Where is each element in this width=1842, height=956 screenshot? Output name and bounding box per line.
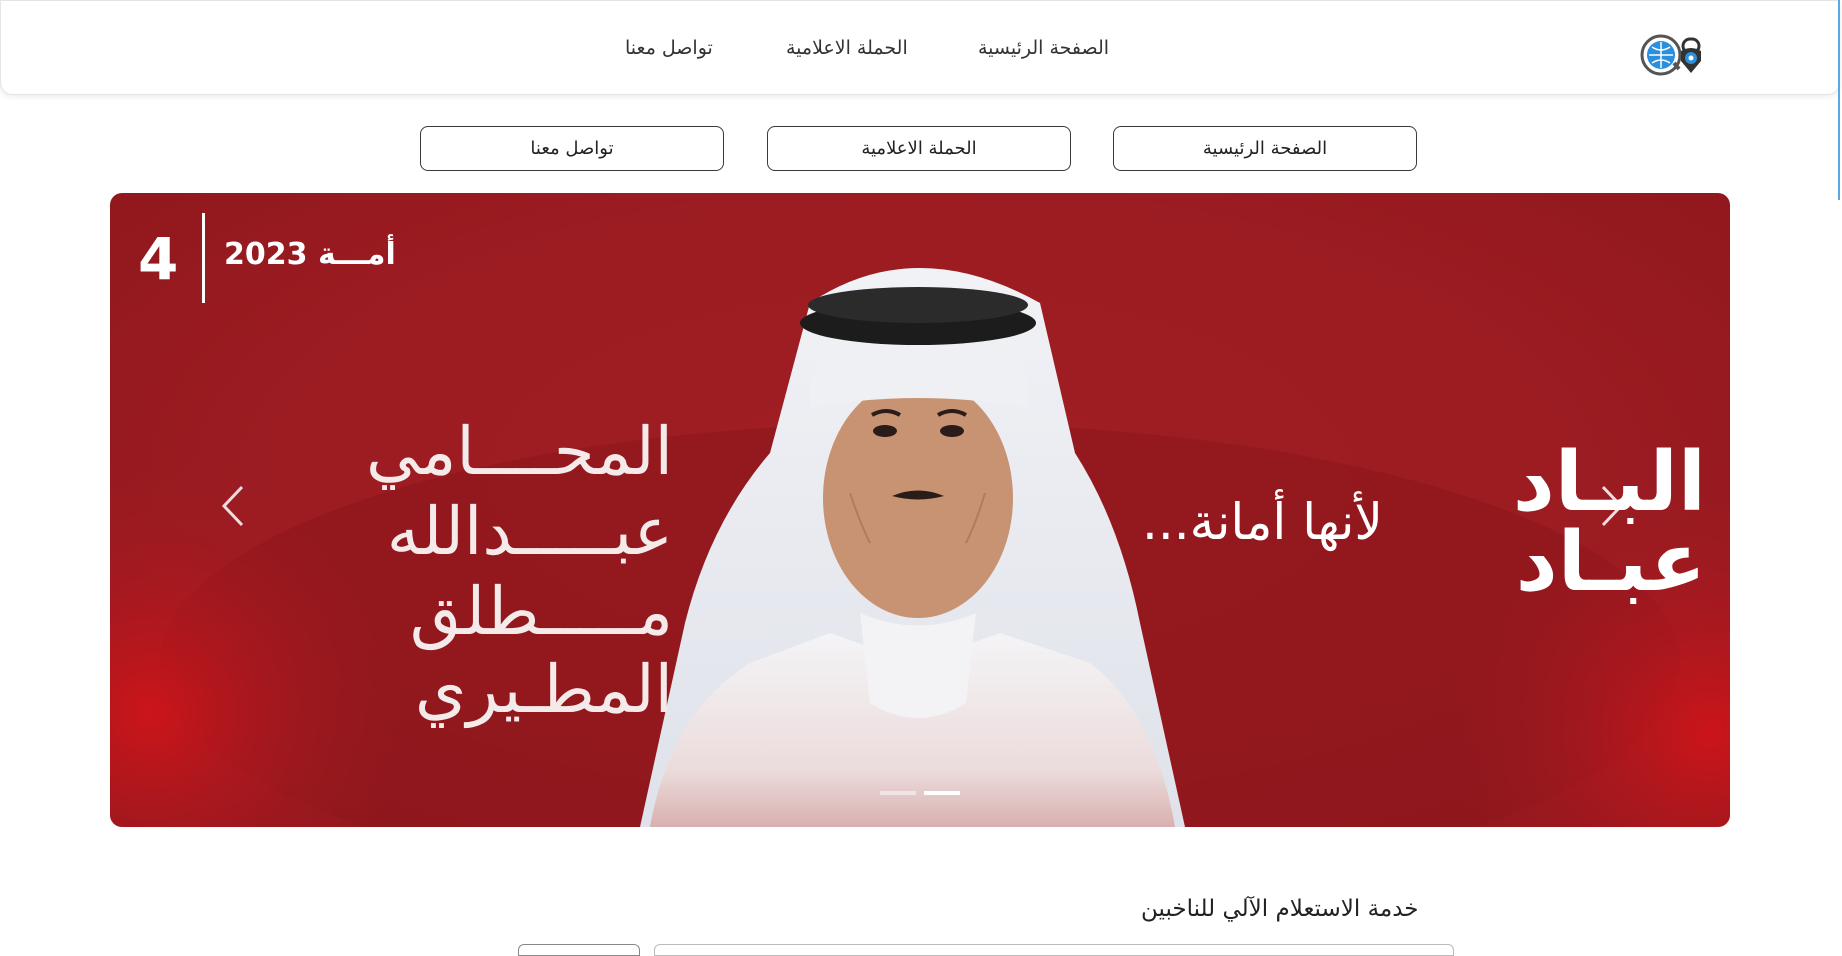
top-navbar: الصفحة الرئيسية الحملة الاعلامية تواصل م… xyxy=(0,0,1840,95)
candidate-title: المحــــامي xyxy=(365,413,673,490)
badge-divider xyxy=(202,213,205,303)
campaign-button[interactable]: الحملة الاعلامية xyxy=(767,126,1071,171)
hero-carousel: 4 أمـــة 2023 المحــــامي عبـــــدالله م… xyxy=(110,193,1730,827)
quick-links-row: الصفحة الرئيسية الحملة الاعلامية تواصل م… xyxy=(0,126,1842,173)
election-badge: أمـــة 2023 xyxy=(224,237,396,272)
voter-inquiry-title: خدمة الاستعلام الآلي للناخبين xyxy=(1141,896,1419,922)
candidate-last-name: المطـيري xyxy=(414,651,673,728)
contact-button[interactable]: تواصل معنا xyxy=(420,126,724,171)
search-button[interactable] xyxy=(518,944,640,956)
candidate-middle-name: مـــــطلق xyxy=(409,573,673,650)
candidate-first-name: عبـــــدالله xyxy=(386,493,673,570)
nav-link-home[interactable]: الصفحة الرئيسية xyxy=(978,37,1109,59)
carousel-next-arrow-icon[interactable] xyxy=(1597,483,1627,529)
window-edge xyxy=(1838,0,1840,200)
carousel-indicator-1[interactable] xyxy=(880,791,916,795)
campaign-tagline: لأنها أمانة... xyxy=(1142,493,1383,551)
nav-link-campaign[interactable]: الحملة الاعلامية xyxy=(786,37,908,59)
district-number: 4 xyxy=(138,225,179,293)
carousel-indicator-2[interactable] xyxy=(924,791,960,795)
home-button[interactable]: الصفحة الرئيسية xyxy=(1113,126,1417,171)
carousel-prev-arrow-icon[interactable] xyxy=(218,483,248,529)
nav-link-contact[interactable]: تواصل معنا xyxy=(625,37,713,59)
site-logo-icon[interactable] xyxy=(1639,33,1709,77)
voter-search-row xyxy=(0,944,1842,956)
hero-background xyxy=(110,268,1730,827)
search-input[interactable] xyxy=(654,944,1454,956)
